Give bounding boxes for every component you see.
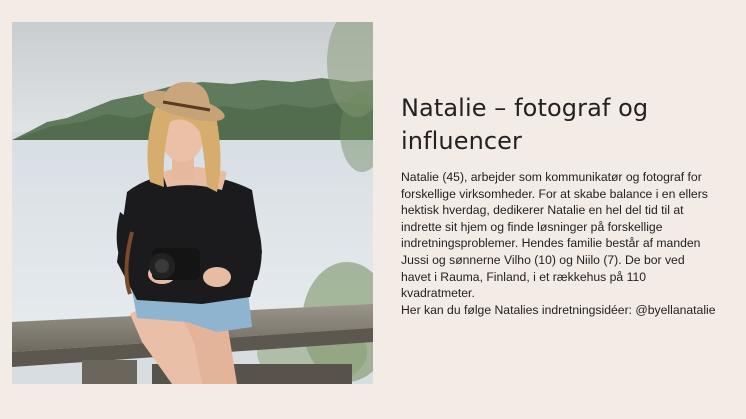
article-body-paragraph: Natalie (45), arbejder som kommunikatør … (401, 170, 708, 301)
article-text: Natalie – fotograf og influencer Natalie… (401, 92, 717, 318)
photo-icon (12, 22, 373, 384)
natalie-photo (12, 22, 373, 384)
article-follow-line: Her kan du følge Natalies indretningsidé… (401, 302, 716, 317)
article-body: Natalie (45), arbejder som kommunikatør … (401, 169, 717, 318)
article-heading: Natalie – fotograf og influencer (401, 94, 649, 155)
